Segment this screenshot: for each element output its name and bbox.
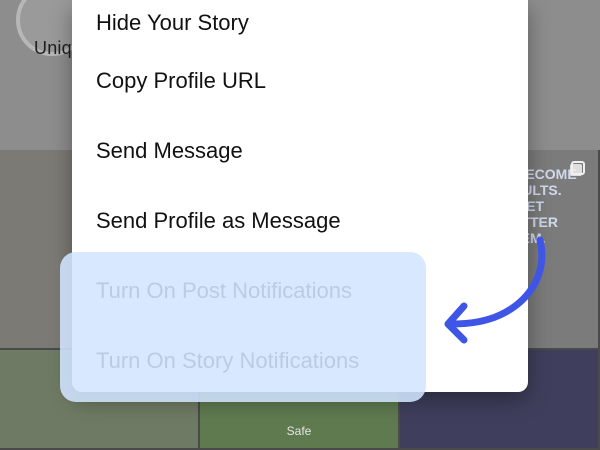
menu-item-label: Send Message	[96, 138, 243, 163]
menu-item-send-message[interactable]: Send Message	[72, 116, 528, 186]
menu-item-label: Hide Your Story	[96, 10, 249, 35]
screen: Uniq S BECOME ADULTS. S GET BETTER THEM.…	[0, 0, 600, 450]
menu-item-hide-your-story[interactable]: Hide Your Story	[72, 0, 528, 46]
menu-item-label: Turn On Post Notifications	[96, 278, 352, 303]
menu-item-turn-on-story-notifications[interactable]: Turn On Story Notifications	[72, 326, 528, 392]
menu-item-label: Send Profile as Message	[96, 208, 341, 233]
menu-item-label: Copy Profile URL	[96, 68, 266, 93]
multi-post-icon	[570, 161, 585, 176]
post-caption: Safe	[286, 424, 312, 438]
profile-options-menu: Hide Your Story Copy Profile URL Send Me…	[72, 0, 528, 392]
menu-item-label: Turn On Story Notifications	[96, 348, 360, 373]
menu-item-copy-profile-url[interactable]: Copy Profile URL	[72, 46, 528, 116]
menu-item-send-profile-as-message[interactable]: Send Profile as Message	[72, 186, 528, 256]
story-highlight-label: Uniq	[34, 38, 72, 58]
menu-item-turn-on-post-notifications[interactable]: Turn On Post Notifications	[72, 256, 528, 326]
